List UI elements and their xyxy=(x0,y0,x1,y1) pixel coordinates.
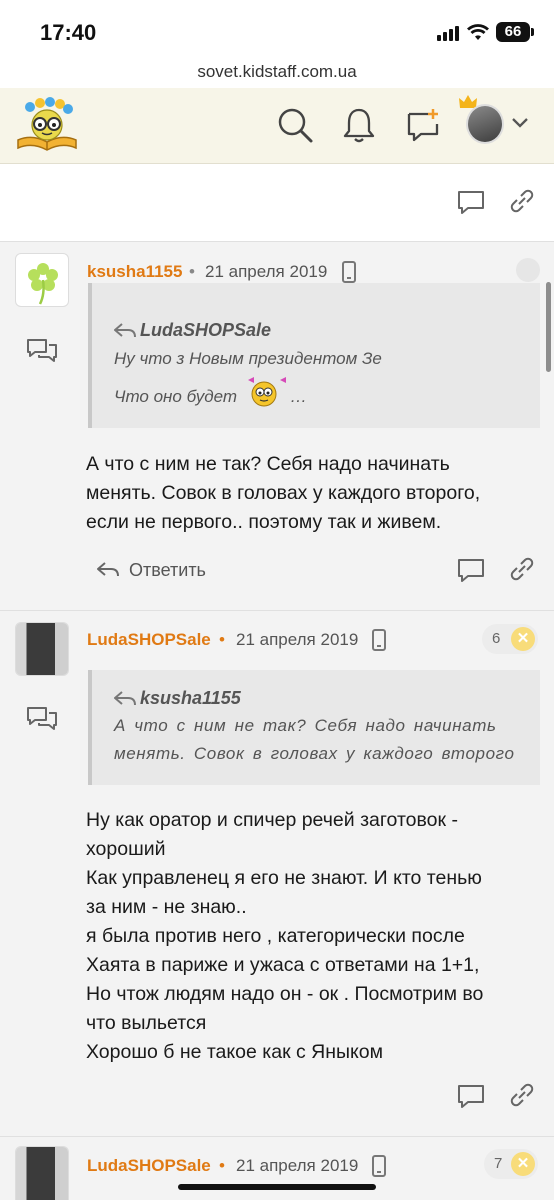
battery-icon: 66 xyxy=(496,22,534,42)
rating-count: 7 xyxy=(494,1155,503,1172)
link-icon[interactable] xyxy=(506,1083,536,1109)
search-icon[interactable] xyxy=(276,106,314,144)
post-text: Ну как оратор и спичер речей заготовок -… xyxy=(86,806,536,1067)
post-date[interactable]: 21 апреля 2019 xyxy=(236,1156,358,1176)
reply-icon[interactable] xyxy=(95,559,121,581)
post-text-line: если не первого.. поэтому так и живем. xyxy=(86,511,442,533)
mobile-icon xyxy=(372,1155,386,1177)
quote-author[interactable]: ksusha1155 xyxy=(140,688,241,709)
post-text-line: что выльется xyxy=(86,1012,207,1034)
signal-icon xyxy=(437,26,459,41)
site-logo-icon[interactable] xyxy=(14,96,80,156)
post-avatar[interactable] xyxy=(15,253,69,307)
private-message-icon[interactable] xyxy=(26,706,58,732)
reply-button[interactable]: Ответить xyxy=(129,560,206,581)
link-icon[interactable] xyxy=(506,557,536,583)
scrollbar[interactable] xyxy=(546,282,551,372)
home-indicator xyxy=(178,1184,376,1190)
comment-icon[interactable] xyxy=(456,1083,486,1109)
post-text-line: А что с ним не так? Себя надо начинать xyxy=(86,453,450,475)
link-icon[interactable] xyxy=(506,189,536,215)
mobile-icon xyxy=(372,629,386,651)
post-text-line: Как управленец я его не знают. И кто тен… xyxy=(86,867,482,889)
clover-icon xyxy=(28,263,58,305)
new-message-icon[interactable] xyxy=(404,106,442,144)
post-date[interactable]: 21 апреля 2019 xyxy=(205,262,327,282)
post-author[interactable]: LudaSHOPSale xyxy=(87,1156,211,1176)
avatar-photo xyxy=(16,1147,68,1200)
quote-ellipsis: … xyxy=(290,387,307,406)
wifi-icon xyxy=(467,24,489,40)
rating-badge[interactable]: 7 ✕ xyxy=(484,1149,538,1179)
post-text-line: Но чтож людям надо он - ок . Посмотрим в… xyxy=(86,983,484,1005)
rating-badge[interactable] xyxy=(516,258,540,282)
online-dot: • xyxy=(219,1156,225,1175)
close-icon[interactable]: ✕ xyxy=(511,627,535,651)
quote-line: Ну что з Новым президентом Зе xyxy=(114,349,382,368)
smiley-icon xyxy=(248,377,286,407)
quote-line: А что с ним не так? Себя надо начинать xyxy=(114,716,497,735)
avatar-photo xyxy=(16,623,68,675)
post-text: А что с ним не так? Себя надо начинать м… xyxy=(86,450,536,537)
rating-count: 6 xyxy=(492,630,501,647)
separator-dot: • xyxy=(189,262,195,281)
mobile-icon xyxy=(342,261,356,283)
rating-badge[interactable]: 6 ✕ xyxy=(482,624,538,654)
quote-line: менять. Совок в головах у каждого второг… xyxy=(114,744,514,763)
post-text-line: я была против него , категорически после xyxy=(86,925,465,947)
post-date[interactable]: 21 апреля 2019 xyxy=(236,630,358,650)
post-avatar[interactable] xyxy=(15,1146,69,1200)
url-bar[interactable]: sovet.kidstaff.com.ua xyxy=(0,62,554,88)
post-text-line: за ним - не знаю.. xyxy=(86,896,247,918)
comment-icon[interactable] xyxy=(456,189,486,215)
post-text-line: хороший xyxy=(86,838,166,860)
private-message-icon[interactable] xyxy=(26,338,58,364)
post-author[interactable]: LudaSHOPSale xyxy=(87,630,211,650)
post-author[interactable]: ksusha1155 xyxy=(87,262,182,282)
bell-icon[interactable] xyxy=(340,106,378,144)
reply-arrow-icon xyxy=(114,323,136,338)
post-text-line: Ну как оратор и спичер речей заготовок - xyxy=(86,809,458,831)
post-text-line: менять. Совок в головах у каждого второг… xyxy=(86,482,481,504)
chevron-down-icon[interactable] xyxy=(510,116,530,130)
online-dot: • xyxy=(219,630,225,649)
comment-icon[interactable] xyxy=(456,557,486,583)
quote-line: Что оно будет xyxy=(114,387,238,406)
close-icon[interactable]: ✕ xyxy=(511,1152,535,1176)
status-bar: 17:40 66 xyxy=(0,0,554,62)
post-text-line: Хаята в париже и ужаса с ответами на 1+1… xyxy=(86,954,480,976)
post-avatar[interactable] xyxy=(15,622,69,676)
user-avatar[interactable] xyxy=(466,104,504,144)
quote-author[interactable]: LudaSHOPSale xyxy=(140,320,271,341)
reply-arrow-icon xyxy=(114,691,136,706)
post-text-line: Хорошо б не такое как с Яныком xyxy=(86,1041,384,1063)
status-time: 17:40 xyxy=(40,20,97,45)
